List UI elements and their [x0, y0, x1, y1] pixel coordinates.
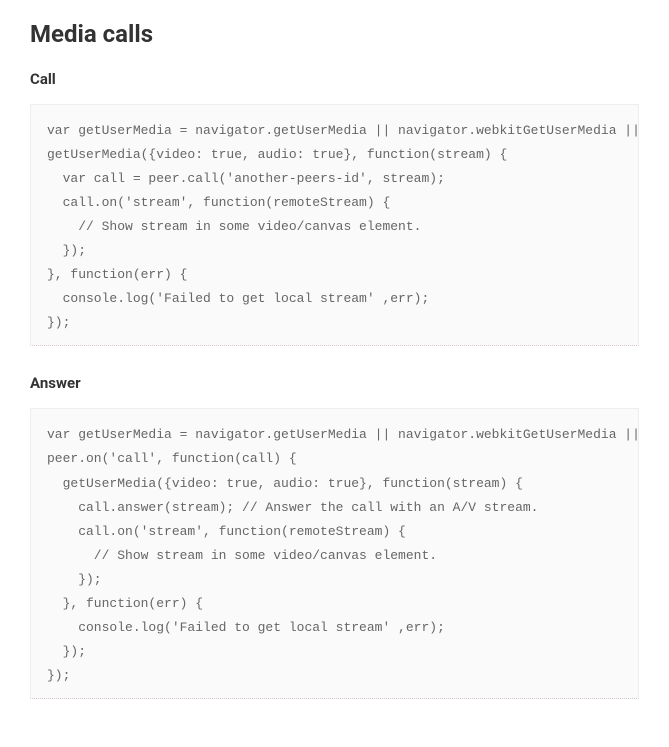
page-title: Media calls — [30, 20, 639, 48]
code-block-call: var getUserMedia = navigator.getUserMedi… — [30, 104, 639, 346]
code-content-call[interactable]: var getUserMedia = navigator.getUserMedi… — [31, 105, 638, 345]
code-block-answer: var getUserMedia = navigator.getUserMedi… — [30, 408, 639, 699]
code-content-answer[interactable]: var getUserMedia = navigator.getUserMedi… — [31, 409, 638, 698]
section-title-call: Call — [30, 70, 639, 88]
section-title-answer: Answer — [30, 374, 639, 392]
